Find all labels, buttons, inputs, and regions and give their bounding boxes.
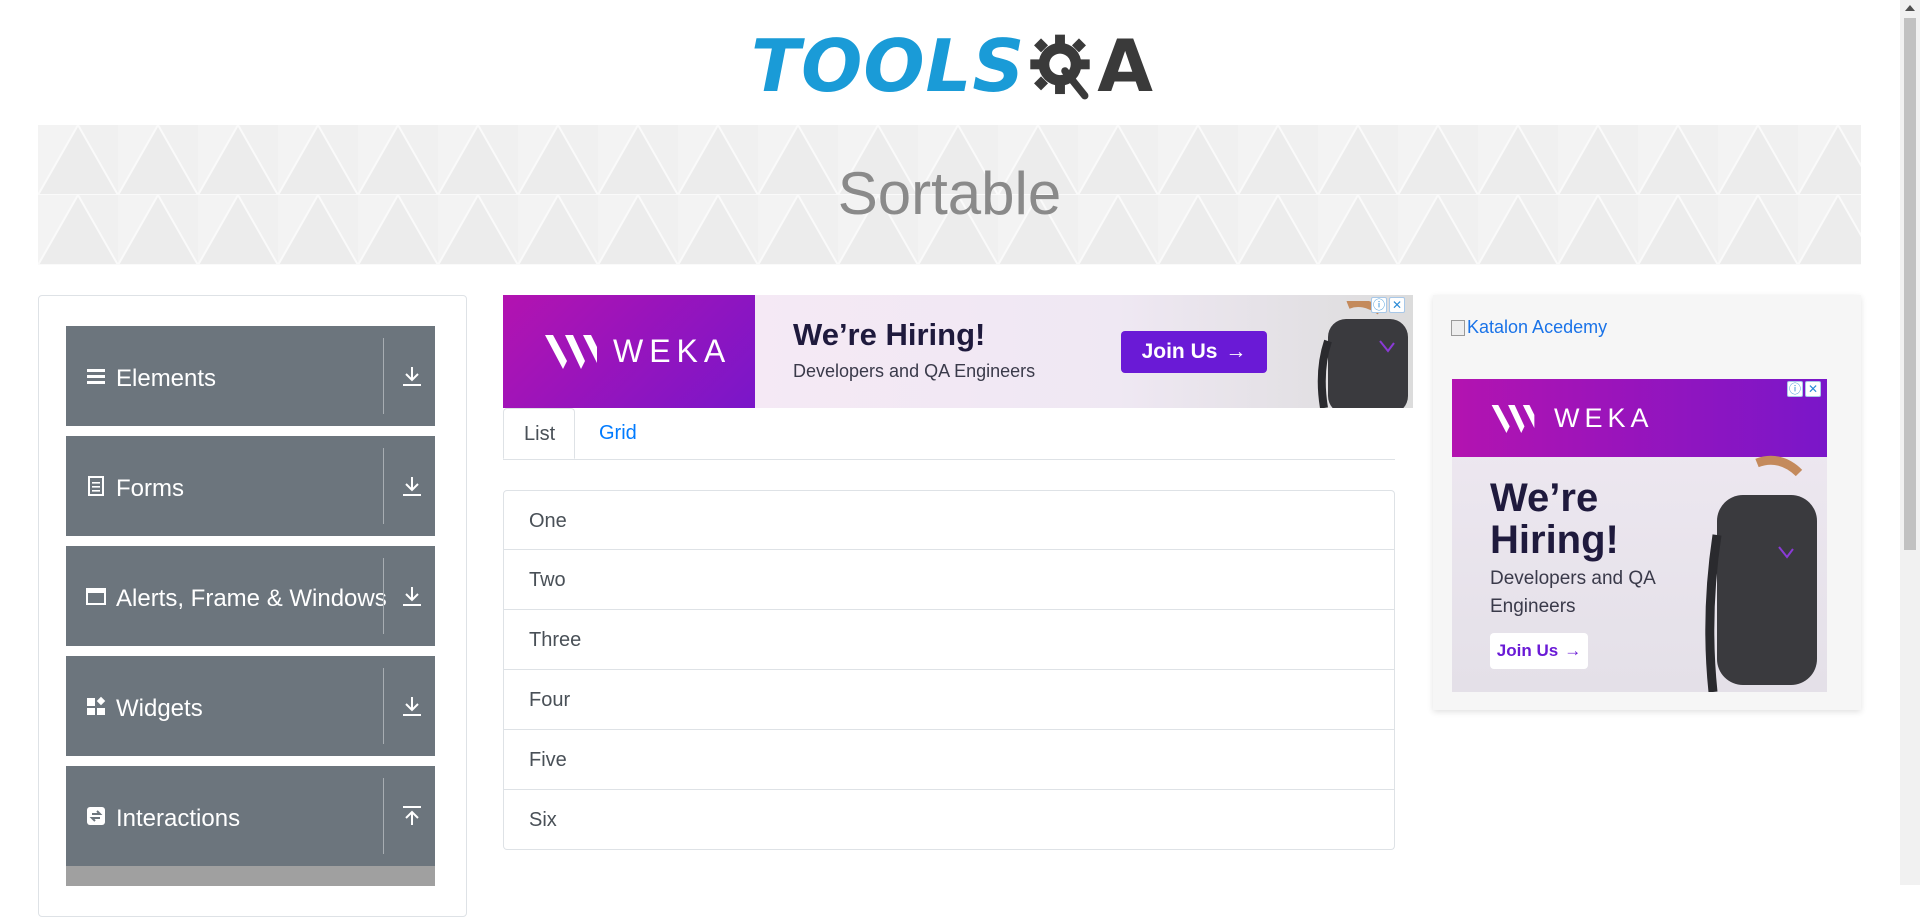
collapse-arrow-icon[interactable] — [401, 804, 423, 828]
tab-grid[interactable]: Grid — [579, 408, 657, 459]
nav-group-interactions[interactable]: Interactions — [66, 766, 435, 866]
ad-headline: We’re Hiring! — [1490, 476, 1619, 562]
broken-image-icon — [1451, 319, 1465, 336]
logo-a-letter: A — [1097, 24, 1153, 108]
tab-list[interactable]: List — [503, 408, 575, 459]
ad-brand: WEKA — [613, 333, 732, 369]
page-title: Sortable — [837, 160, 1062, 227]
weka-logo-icon — [1491, 405, 1535, 433]
ad-subline: Developers and QA Engineers — [793, 361, 1036, 381]
document-icon — [88, 476, 104, 496]
sortable-list: One Two Three Four Five Six — [503, 490, 1395, 850]
interactions-icon — [87, 807, 105, 825]
page-banner: Sortable — [38, 125, 1861, 265]
divider — [383, 338, 384, 414]
katalon-academy-link[interactable]: Katalon Acedemy — [1451, 317, 1607, 338]
nav-group-forms[interactable]: Forms — [66, 436, 435, 536]
ad-brand: WEKA — [1554, 403, 1654, 433]
nav-group-alerts-frame-windows[interactable]: Alerts, Frame & Windows — [66, 546, 435, 646]
ad-close-icon[interactable]: ✕ — [1805, 381, 1821, 397]
logo-text: TOOLS — [751, 24, 1026, 108]
expand-arrow-icon[interactable] — [401, 584, 423, 608]
ad-close-icon[interactable]: ✕ — [1389, 297, 1405, 313]
divider — [383, 778, 384, 854]
list-item[interactable]: Two — [503, 550, 1395, 610]
widgets-icon — [87, 696, 106, 715]
expand-arrow-icon[interactable] — [401, 474, 423, 498]
divider — [383, 558, 384, 634]
gear-icon — [1030, 34, 1090, 100]
expand-arrow-icon[interactable] — [401, 694, 423, 718]
nav-group-label: Interactions — [116, 805, 241, 832]
nav-group-label: Widgets — [116, 695, 203, 722]
ad-join-button[interactable]: Join Us → — [1490, 633, 1588, 669]
ad-join-label: Join Us — [1141, 340, 1218, 363]
ad-info-icon[interactable]: ⓘ — [1371, 297, 1387, 313]
list-item[interactable]: Six — [503, 790, 1395, 850]
hamburger-icon — [87, 369, 105, 384]
nav-group-elements[interactable]: Elements — [66, 326, 435, 426]
ad-headline: We’re Hiring! — [793, 317, 986, 352]
arrow-right-icon: → — [1225, 340, 1247, 363]
nav-group-label: Forms — [116, 475, 184, 502]
right-ad-panel: Katalon Acedemy WEKA We’re Hiring! Devel… — [1433, 295, 1861, 710]
top-ad-banner[interactable]: WEKA We’re Hiring! Developers and QA Eng… — [503, 295, 1413, 408]
expand-arrow-icon[interactable] — [401, 364, 423, 388]
ad-brand-block: WEKA — [503, 295, 755, 408]
broken-image-alt: Katalon Acedemy — [1467, 317, 1608, 337]
ad-choices[interactable]: ⓘ ✕ — [1787, 381, 1821, 397]
toolsqa-logo[interactable]: TOOLS A — [751, 20, 1153, 112]
side-ad[interactable]: WEKA We’re Hiring! Developers and QA Eng… — [1452, 379, 1827, 692]
logo-qa-text: A — [1097, 30, 1153, 102]
list-item[interactable]: Five — [503, 730, 1395, 790]
sortable-tabs: List Grid — [503, 408, 1395, 460]
nav-group-label: Alerts, Frame & Windows — [116, 585, 387, 612]
ad-join-label: Join Us — [1496, 641, 1559, 660]
arrow-right-icon: → — [1564, 641, 1582, 660]
backpack-image — [1317, 301, 1408, 408]
backpack-image — [1705, 455, 1817, 692]
list-item[interactable]: Four — [503, 670, 1395, 730]
list-item[interactable]: One — [503, 490, 1395, 550]
window-icon — [86, 588, 106, 605]
weka-logo-icon — [545, 335, 597, 369]
page-scrollbar[interactable] — [1900, 0, 1920, 885]
nav-group-label: Elements — [116, 365, 217, 392]
nav-group-widgets[interactable]: Widgets — [66, 656, 435, 756]
ad-join-button[interactable]: Join Us → — [1121, 331, 1267, 373]
list-item[interactable]: Three — [503, 610, 1395, 670]
ad-info-icon[interactable]: ⓘ — [1787, 381, 1803, 397]
scroll-up-arrow-icon[interactable] — [1905, 5, 1915, 11]
nav-submenu-partial — [66, 866, 435, 886]
ad-choices[interactable]: ⓘ ✕ — [1371, 297, 1405, 313]
divider — [383, 668, 384, 744]
left-nav-panel: Elements Forms Alerts, Frame & Windows W… — [38, 295, 467, 917]
ad-subline: Developers and QA Engineers — [1490, 568, 1655, 617]
divider — [383, 448, 384, 524]
scrollbar-thumb[interactable] — [1904, 18, 1916, 550]
